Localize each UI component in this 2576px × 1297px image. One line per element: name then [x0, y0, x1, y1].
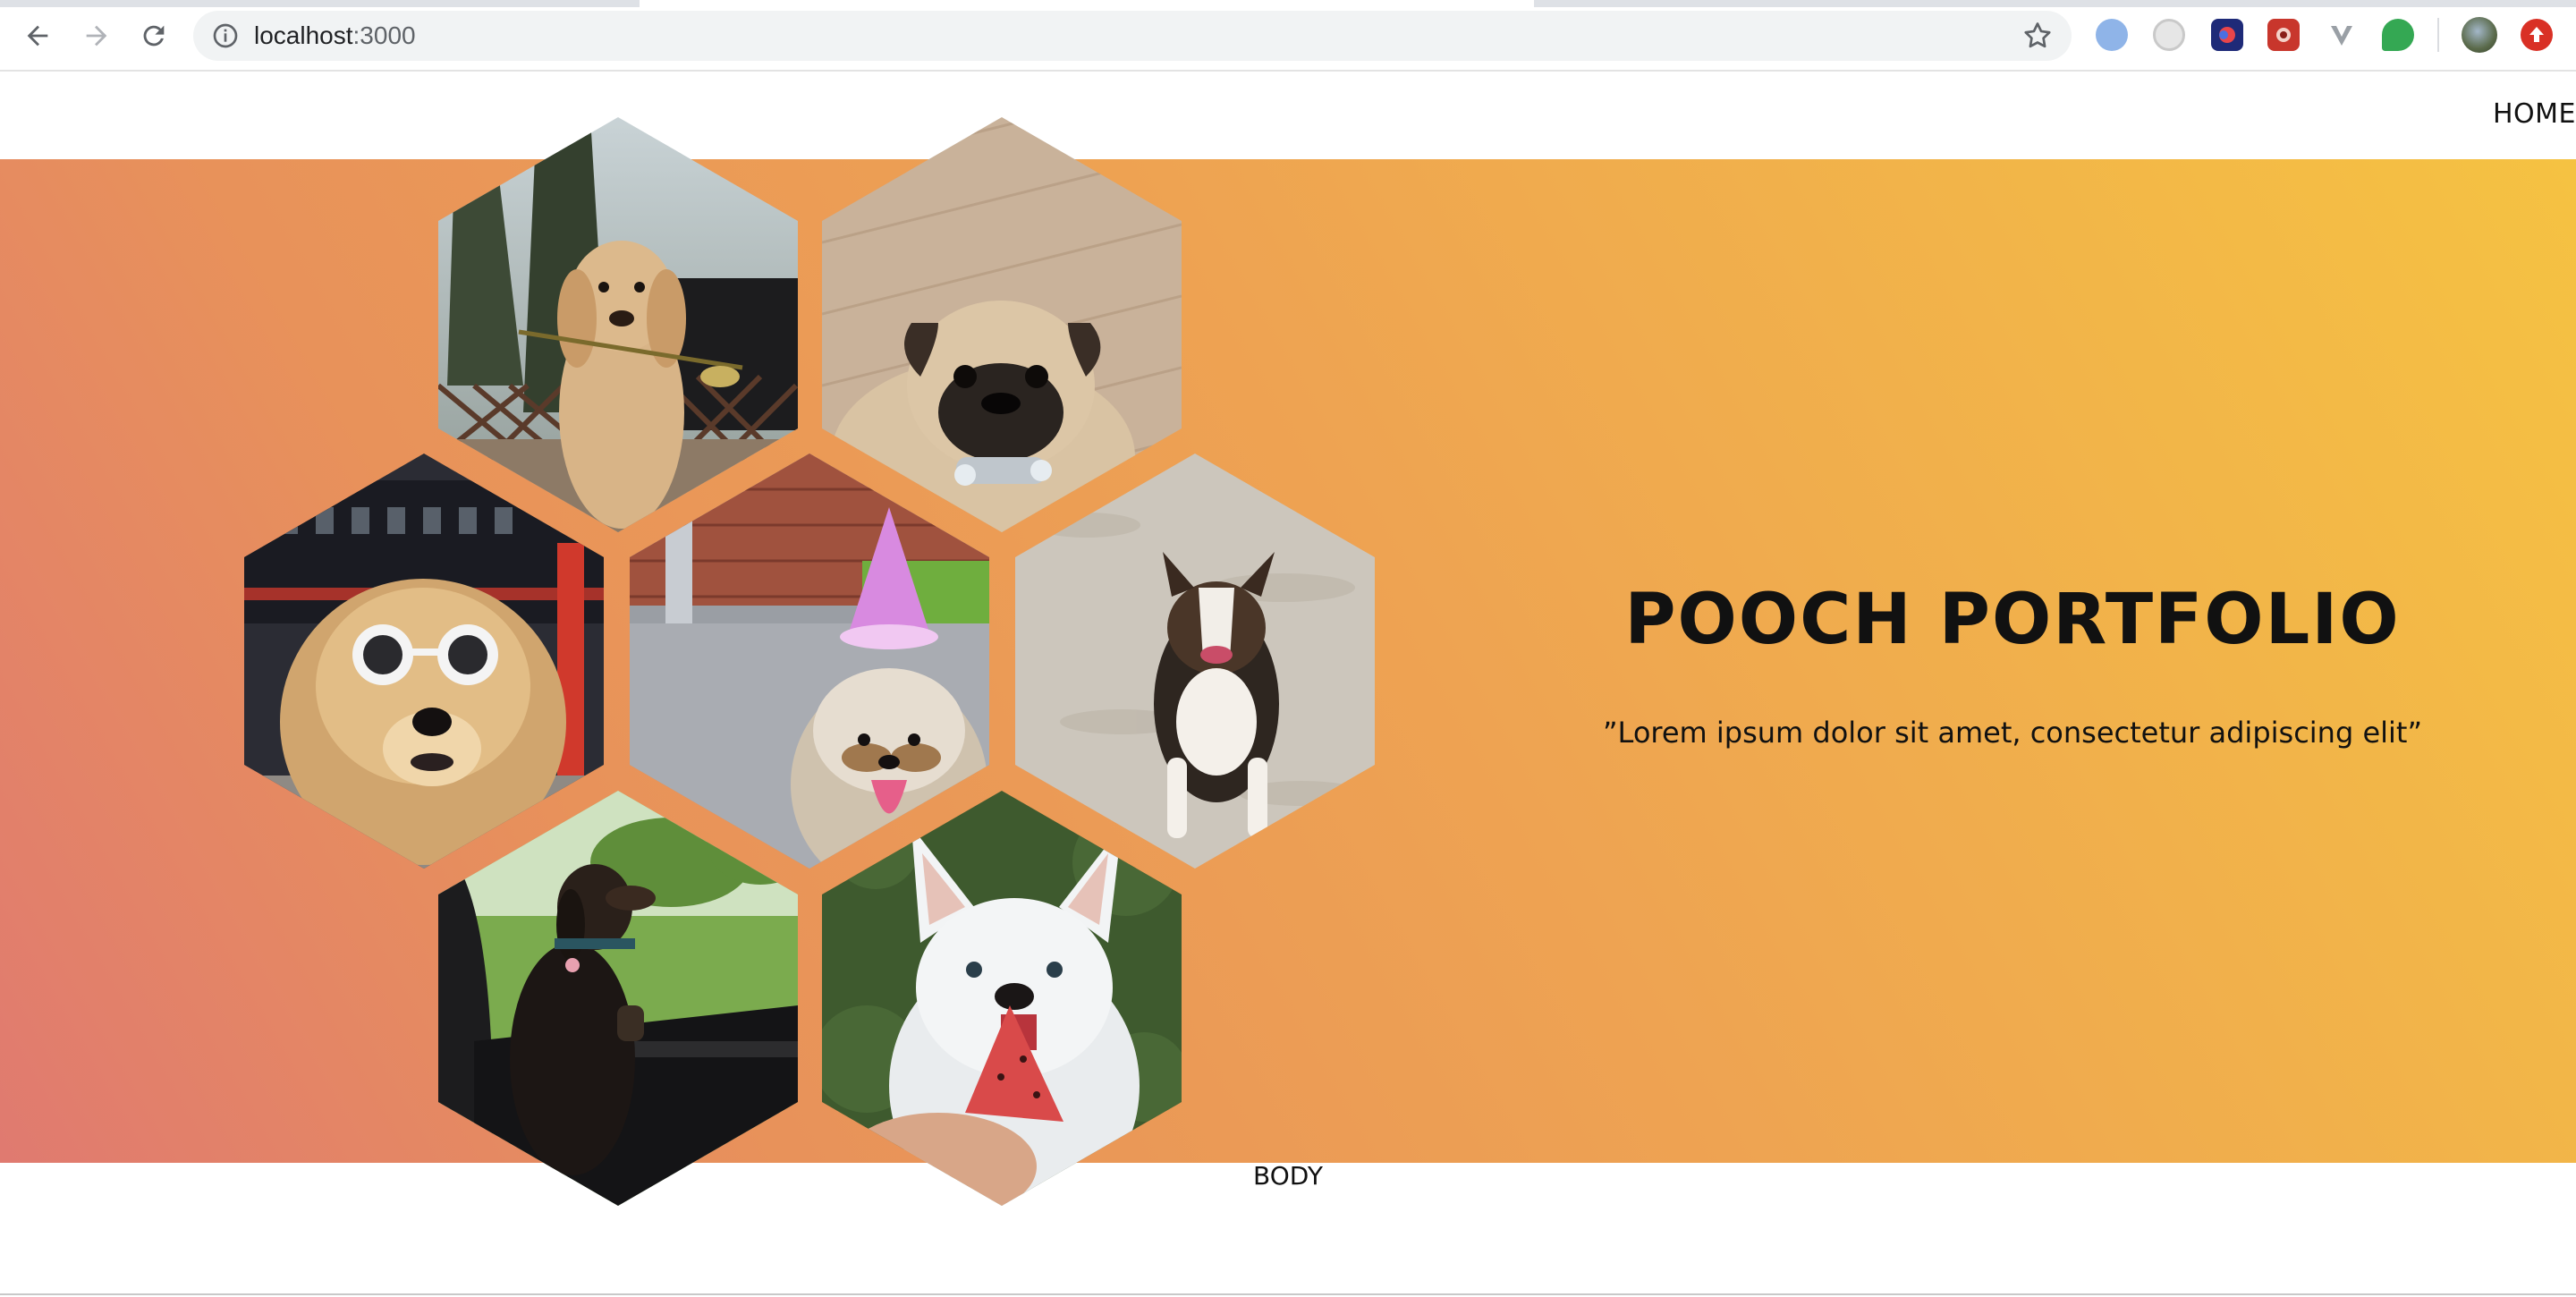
extension-4-icon[interactable] [2267, 19, 2300, 51]
nav-home-link[interactable]: HOME [2493, 98, 2576, 130]
photo-husky[interactable] [822, 791, 1182, 1206]
extension-5-icon[interactable] [2326, 19, 2358, 51]
photo-yorkie[interactable] [630, 454, 989, 869]
profile-avatar-icon[interactable] [2462, 17, 2497, 53]
bookmark-star-icon[interactable] [2021, 20, 2054, 52]
update-icon[interactable] [2521, 19, 2553, 51]
extension-1-icon[interactable] [2096, 19, 2128, 51]
extension-3-icon[interactable] [2211, 19, 2243, 51]
photo-australian-shepherd[interactable] [1015, 454, 1375, 869]
hero-title: POOCH PORTFOLIO [1624, 580, 2401, 660]
toolbar-separator [2437, 18, 2439, 52]
photo-dachshund[interactable] [438, 791, 798, 1206]
hex-photo-grid [0, 0, 1431, 1297]
body-label: BODY [1253, 1161, 1323, 1191]
photo-chow-chow[interactable] [244, 454, 604, 869]
photo-golden-retriever[interactable] [438, 117, 798, 532]
page-bottom-divider [0, 1293, 2576, 1295]
photo-pug[interactable] [822, 117, 1182, 532]
extension-2-icon[interactable] [2153, 19, 2185, 51]
extension-6-icon[interactable] [2382, 19, 2414, 51]
hero-quote: ”Lorem ipsum dolor sit amet, consectetur… [1602, 716, 2423, 750]
